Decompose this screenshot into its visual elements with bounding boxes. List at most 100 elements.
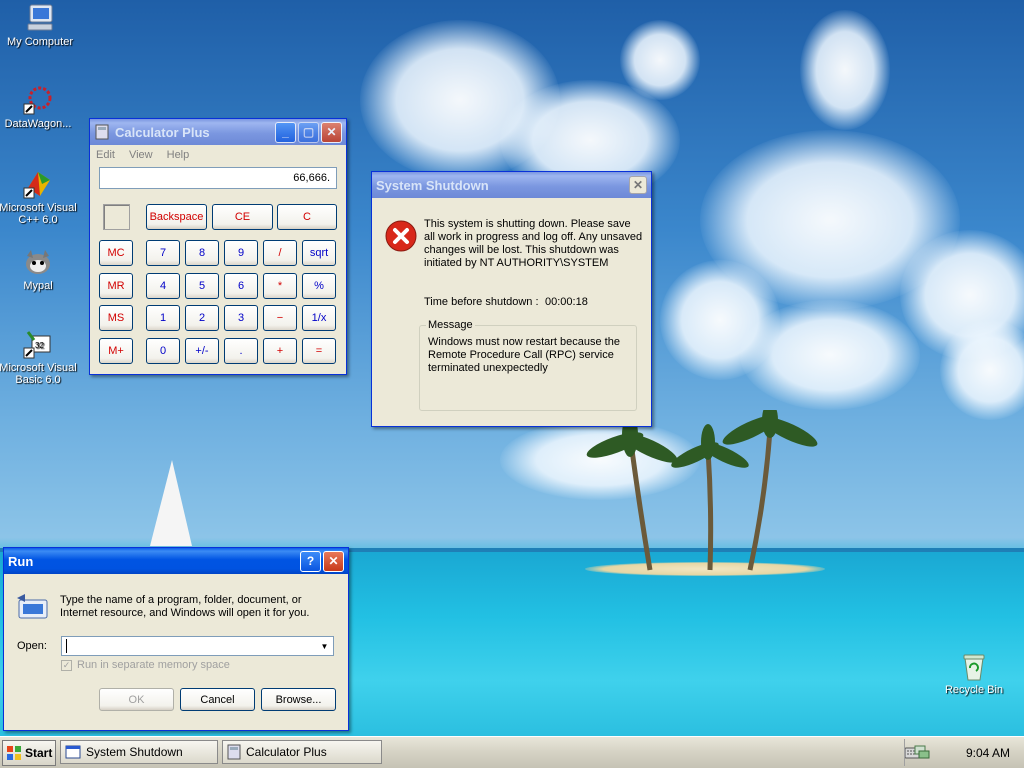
- key-multiply[interactable]: *: [263, 273, 297, 299]
- message-group-text: Windows must now restart because the Rem…: [428, 336, 620, 374]
- desktop-icon-recycle-bin[interactable]: Recycle Bin: [934, 650, 1014, 696]
- c-button[interactable]: C: [277, 204, 337, 230]
- cancel-button[interactable]: Cancel: [180, 688, 255, 711]
- ce-button[interactable]: CE: [212, 204, 273, 230]
- desktop-icon-datawagon[interactable]: DataWagon...: [0, 84, 78, 130]
- run-titlebar[interactable]: Run ? ✕: [4, 548, 348, 574]
- desktop-icon-label: Microsoft Visual C++ 6.0: [0, 202, 77, 226]
- desktop-icon-visual-cpp[interactable]: Microsoft Visual C++ 6.0: [0, 168, 78, 226]
- windows-logo-icon: [7, 746, 21, 760]
- clock[interactable]: 9:04 AM: [966, 746, 1010, 760]
- desktop-icon-label: Recycle Bin: [944, 684, 1004, 696]
- run-icon: [17, 594, 48, 619]
- desktop-icon-label: DataWagon...: [4, 118, 72, 130]
- calculator-icon: [95, 124, 109, 140]
- window-icon: [65, 745, 81, 759]
- close-button[interactable]: ✕: [629, 176, 647, 194]
- run-dialog: Run ? ✕ Type the name of a program, fold…: [3, 547, 349, 731]
- key-0[interactable]: 0: [146, 338, 180, 364]
- network-icon[interactable]: [913, 744, 931, 760]
- memory-indicator: [103, 204, 130, 230]
- key-minus[interactable]: −: [263, 305, 297, 331]
- taskbar-item-label: Calculator Plus: [246, 745, 327, 759]
- key-6[interactable]: 6: [224, 273, 258, 299]
- visual-cpp-icon: [23, 172, 50, 199]
- time-before-shutdown-label: Time before shutdown :: [424, 296, 539, 308]
- start-label: Start: [25, 746, 53, 760]
- key-4[interactable]: 4: [146, 273, 180, 299]
- open-label: Open:: [17, 640, 47, 652]
- key-5[interactable]: 5: [185, 273, 219, 299]
- key-1[interactable]: 1: [146, 305, 180, 331]
- taskbar: Start System Shutdown Calculator Plus 9:…: [0, 736, 1024, 768]
- shutdown-titlebar[interactable]: System Shutdown ✕: [372, 172, 651, 198]
- backspace-button[interactable]: Backspace: [146, 204, 207, 230]
- system-tray: 9:04 AM: [904, 739, 1024, 766]
- key-3[interactable]: 3: [224, 305, 258, 331]
- maximize-button[interactable]: ▢: [298, 121, 319, 143]
- memory-space-label: Run in separate memory space: [77, 659, 230, 671]
- calculator-icon: [227, 744, 241, 760]
- key-9[interactable]: 9: [224, 240, 258, 266]
- m-plus-button[interactable]: M+: [99, 338, 133, 364]
- key-percent[interactable]: %: [302, 273, 336, 299]
- close-button[interactable]: ✕: [321, 121, 342, 143]
- open-combobox[interactable]: ▼: [61, 636, 334, 656]
- taskbar-item-calculator-plus[interactable]: Calculator Plus: [222, 740, 382, 764]
- taskbar-item-system-shutdown[interactable]: System Shutdown: [60, 740, 218, 764]
- key-equals[interactable]: =: [302, 338, 336, 364]
- shutdown-title: System Shutdown: [376, 177, 489, 193]
- start-button[interactable]: Start: [2, 740, 56, 766]
- time-before-shutdown-value: 00:00:18: [545, 296, 588, 308]
- visual-basic-icon: 32: [23, 331, 51, 359]
- calculator-titlebar[interactable]: Calculator Plus _ ▢ ✕: [90, 119, 346, 145]
- computer-icon: [27, 4, 53, 31]
- menu-view[interactable]: View: [129, 149, 153, 161]
- desktop-icon-mypal[interactable]: Mypal: [0, 246, 78, 292]
- key-divide[interactable]: /: [263, 240, 297, 266]
- calculator-display: 66,666.: [99, 167, 337, 189]
- key-2[interactable]: 2: [185, 305, 219, 331]
- recycle-bin-icon: [963, 654, 985, 681]
- dropdown-arrow-button[interactable]: ▼: [316, 637, 333, 655]
- key-decimal[interactable]: .: [224, 338, 258, 364]
- shutdown-dialog: System Shutdown ✕ This system is shuttin…: [371, 171, 652, 427]
- key-reciprocal[interactable]: 1/x: [302, 305, 336, 331]
- key-sqrt[interactable]: sqrt: [302, 240, 336, 266]
- message-group: Message Windows must now restart because…: [419, 319, 637, 411]
- memory-space-checkbox[interactable]: ✓: [61, 660, 72, 671]
- run-title: Run: [8, 553, 34, 569]
- datawagon-icon: [23, 86, 52, 115]
- calculator-menubar: Edit View Help: [90, 145, 346, 165]
- taskbar-item-label: System Shutdown: [86, 745, 183, 759]
- run-description: Type the name of a program, folder, docu…: [60, 594, 310, 619]
- ok-button[interactable]: OK: [99, 688, 174, 711]
- message-group-label: Message: [426, 319, 475, 331]
- shutdown-message: This system is shutting down. Please sav…: [424, 218, 643, 269]
- desktop-icon-label: Microsoft Visual Basic 6.0: [0, 362, 77, 386]
- desktop-icon-label: My Computer: [6, 36, 74, 48]
- desktop-icon-label: Mypal: [23, 280, 53, 292]
- key-plus[interactable]: +: [263, 338, 297, 364]
- browse-button[interactable]: Browse...: [261, 688, 336, 711]
- mc-button[interactable]: MC: [99, 240, 133, 266]
- mr-button[interactable]: MR: [99, 273, 133, 299]
- calculator-title: Calculator Plus: [115, 124, 210, 140]
- key-8[interactable]: 8: [185, 240, 219, 266]
- desktop-icon-my-computer[interactable]: My Computer: [0, 2, 80, 48]
- menu-edit[interactable]: Edit: [96, 149, 115, 161]
- menu-help[interactable]: Help: [167, 149, 190, 161]
- close-button[interactable]: ✕: [323, 550, 344, 572]
- palm-trees: [586, 410, 818, 571]
- svg-text:32: 32: [35, 341, 44, 350]
- minimize-button[interactable]: _: [275, 121, 296, 143]
- key-plus-minus[interactable]: +/-: [185, 338, 219, 364]
- help-button[interactable]: ?: [300, 550, 321, 572]
- mypal-icon: [26, 250, 50, 274]
- calculator-window: Calculator Plus _ ▢ ✕ Edit View Help 66,…: [89, 118, 347, 375]
- open-input[interactable]: [66, 639, 67, 653]
- desktop-icon-visual-basic[interactable]: 32 Microsoft Visual Basic 6.0: [0, 328, 78, 386]
- error-icon: [385, 220, 417, 252]
- key-7[interactable]: 7: [146, 240, 180, 266]
- ms-button[interactable]: MS: [99, 305, 133, 331]
